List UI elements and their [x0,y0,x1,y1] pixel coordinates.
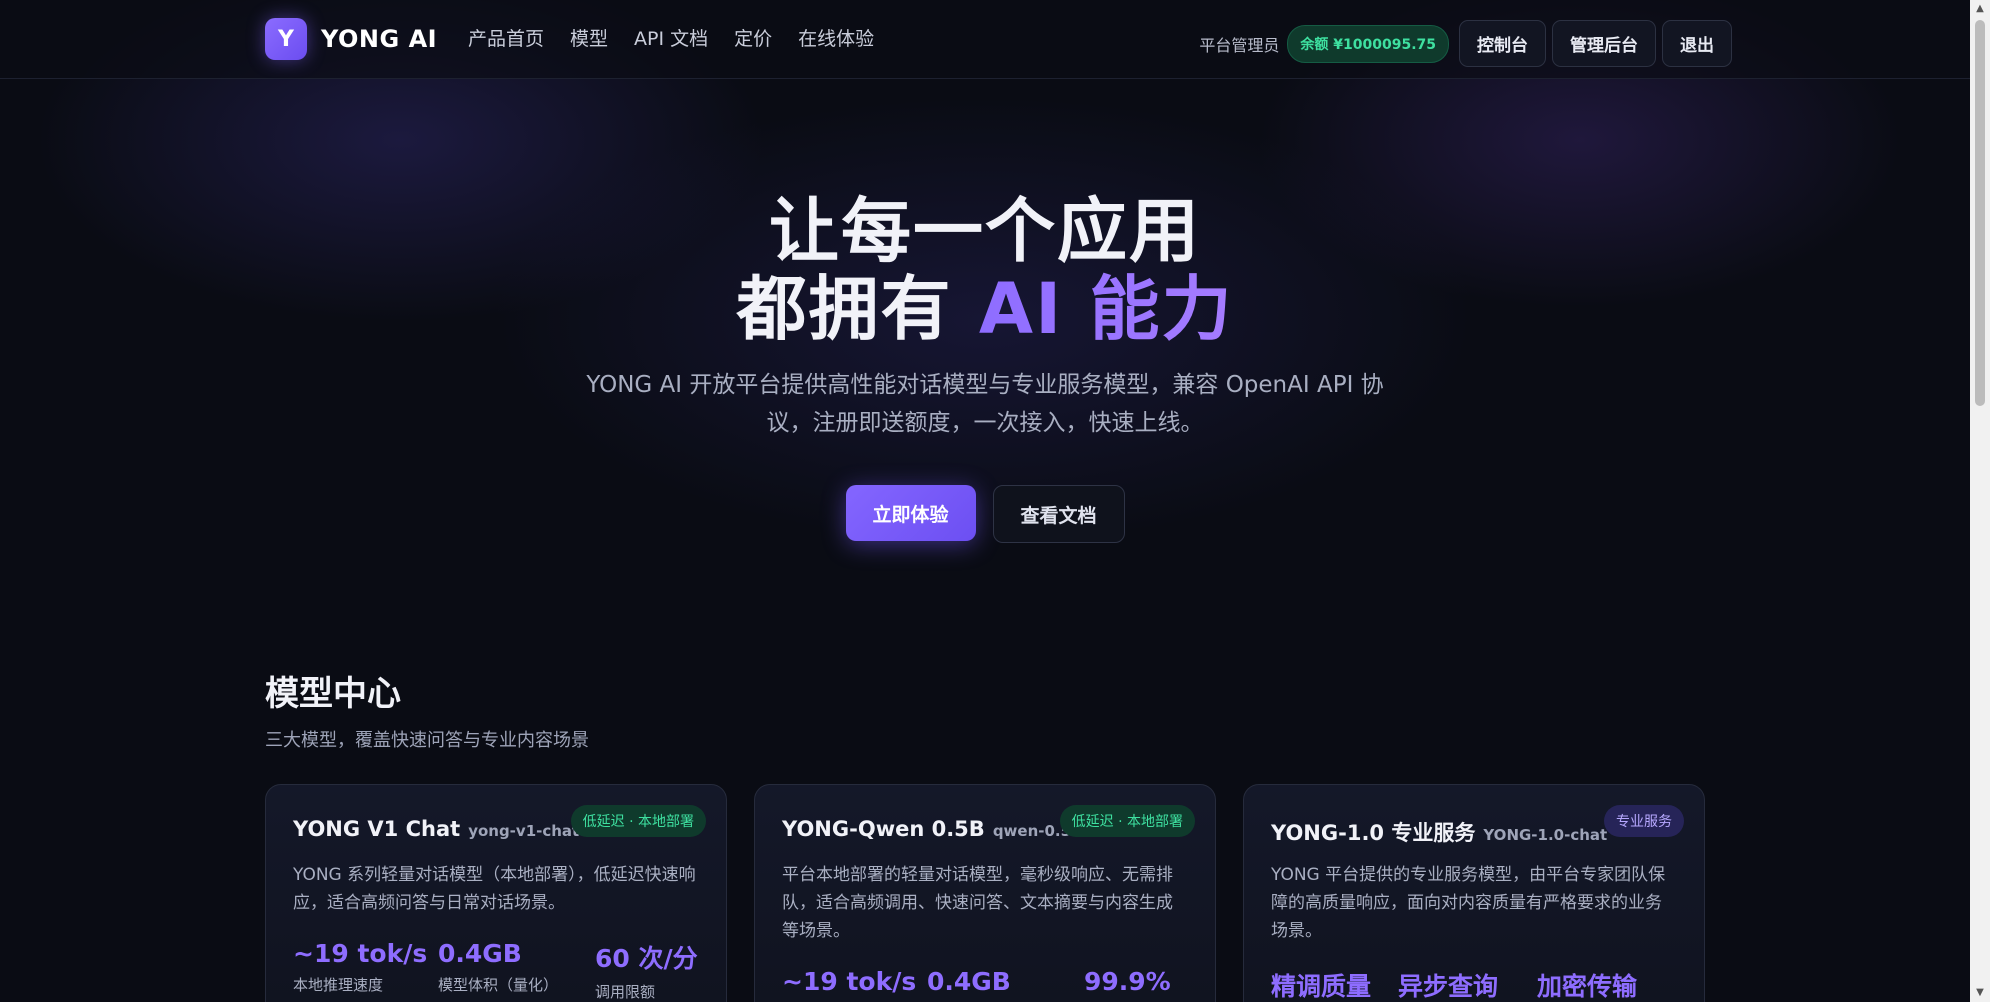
model-name: YONG V1 Chat [293,817,461,841]
model-badge: 专业服务 [1604,805,1684,837]
model-stats: ~19 tok/s 本地推理速度 0.4GB 模型体积（量化） 60 次/分 调… [293,939,698,1002]
nav-item-playground[interactable]: 在线体验 [798,24,874,51]
stat-value: ~19 tok/s [782,967,917,996]
model-name: YONG-Qwen 0.5B [782,817,985,841]
stat-value: 99.9% [1084,967,1171,996]
hero-actions: 立即体验 查看文档 [0,485,1970,543]
scrollbar-thumb[interactable] [1975,20,1985,406]
balance-badge: 余额 ¥1000095.75 [1287,24,1449,63]
model-id: YONG-1.0-chat [1483,826,1608,844]
nav-item-models[interactable]: 模型 [570,24,608,51]
scroll-up-arrow-icon[interactable]: ▲ [1970,0,1990,18]
model-card-header: YONG V1 Chat yong-v1-chat [293,817,579,841]
logo-icon: Y [265,18,307,60]
stat-label: 模型体积（量化） [438,976,559,994]
model-stat: ~19 tok/s 本地推理速度 [293,939,438,1002]
model-badge: 低延迟 · 本地部署 [1059,805,1195,837]
brand-name: YONG AI [321,25,438,53]
stat-value: ~19 tok/s [293,939,428,968]
stat-value: 60 次/分 [595,944,698,973]
nav-item-pricing[interactable]: 定价 [734,24,772,51]
scroll-down-arrow-icon[interactable]: ▼ [1970,984,1990,1002]
model-name: YONG-1.0 专业服务 [1271,821,1476,845]
stat-value: 异步查询 [1398,972,1499,1001]
model-description: 平台本地部署的轻量对话模型，毫秒级响应、无需排队，适合高频调用、快速问答、文本摘… [782,865,1173,941]
nav-item-home[interactable]: 产品首页 [468,24,544,51]
view-docs-button[interactable]: 查看文档 [992,485,1125,543]
stat-label: 调用限额 [595,983,656,1001]
user-role: 平台管理员 [1199,35,1280,55]
model-stat: 精调质量 [1271,967,1398,1002]
model-stat: 加密传输 [1537,967,1637,1002]
stat-value: 精调质量 [1271,972,1372,1001]
admin-button[interactable]: 管理后台 [1552,20,1656,67]
hero-title-line1: 让每一个应用 [769,190,1201,272]
model-stat: 99.9% [1084,967,1171,996]
hero-title-accent: AI 能力 [978,268,1234,350]
model-card-yong-1.0-chat[interactable]: YONG-1.0 专业服务 YONG-1.0-chat 专业服务 YONG 平台… [1243,784,1705,1002]
model-stat: 0.4GB [927,967,1084,996]
model-description: YONG 系列轻量对话模型（本地部署），低延迟快速响应，适合高频问答与日常对话场… [293,865,696,913]
nav-item-api-docs[interactable]: API 文档 [634,24,708,51]
model-stat: 异步查询 [1398,967,1537,1002]
vertical-scrollbar[interactable]: ▲ ▼ [1970,0,1990,1002]
model-id: yong-v1-chat [468,822,580,840]
hero-title: 让每一个应用 都拥有 AI 能力 [0,192,1970,348]
page: Y YONG AI 产品首页 模型 API 文档 定价 在线体验 平台管理员 余… [0,0,1970,1002]
model-stat: ~19 tok/s [782,967,927,996]
hero-title-line2: 都拥有 AI 能力 [0,270,1970,348]
model-stat: 0.4GB 模型体积（量化） [438,939,595,1002]
models-section-title: 模型中心 [265,674,401,714]
console-button[interactable]: 控制台 [1459,20,1546,67]
models-section-subtitle: 三大模型，覆盖快速问答与专业内容场景 [265,730,589,751]
model-stats: 精调质量 异步查询 加密传输 [1271,967,1637,1002]
logout-button[interactable]: 退出 [1662,20,1732,67]
user-area: 平台管理员 余额 ¥1000095.75 控制台 管理后台 退出 [1199,20,1732,67]
stat-label: 本地推理速度 [293,976,384,994]
model-badge: 低延迟 · 本地部署 [570,805,706,837]
hero-title-prefix: 都拥有 [736,268,979,350]
model-card-header: YONG-1.0 专业服务 YONG-1.0-chat [1271,817,1607,847]
model-card-yong-v1-chat[interactable]: YONG V1 Chat yong-v1-chat 低延迟 · 本地部署 YON… [265,784,727,1002]
stat-value: 0.4GB [438,939,522,968]
model-card-qwen-0.5b-chat[interactable]: YONG-Qwen 0.5B qwen-0.5b-chat 低延迟 · 本地部署… [754,784,1216,1002]
model-stat: 60 次/分 调用限额 [595,939,698,1002]
hero-subtitle: YONG AI 开放平台提供高性能对话模型与专业服务模型，兼容 OpenAI A… [586,372,1384,436]
try-now-button[interactable]: 立即体验 [845,485,976,541]
model-description: YONG 平台提供的专业服务模型，由平台专家团队保障的高质量响应，面向对内容质量… [1271,865,1666,941]
top-navbar: Y YONG AI 产品首页 模型 API 文档 定价 在线体验 平台管理员 余… [0,0,1970,79]
stat-value: 加密传输 [1537,972,1638,1001]
brand-logo[interactable]: Y YONG AI [265,18,437,60]
stat-value: 0.4GB [927,967,1011,996]
model-stats: ~19 tok/s 0.4GB 99.9% [782,967,1171,996]
main-nav: 产品首页 模型 API 文档 定价 在线体验 [468,24,874,51]
